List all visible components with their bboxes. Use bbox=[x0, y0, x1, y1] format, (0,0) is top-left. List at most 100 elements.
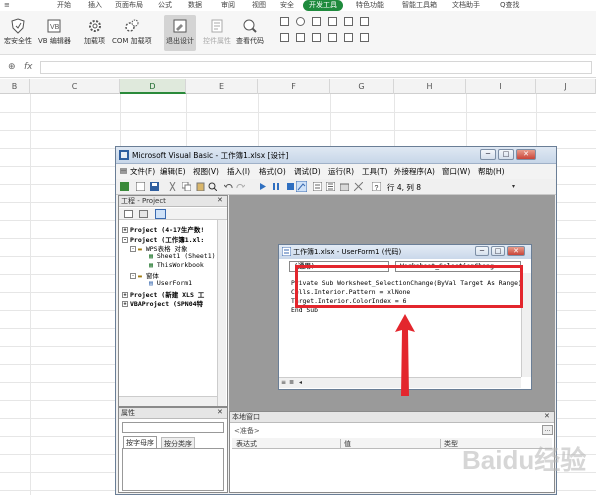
project-vscroll[interactable] bbox=[217, 220, 226, 406]
properties-close-icon[interactable]: ✕ bbox=[217, 408, 223, 416]
collapse-icon[interactable]: - bbox=[130, 246, 136, 252]
exit-design-button[interactable]: 退出设计 bbox=[164, 15, 196, 51]
vbe-maximize-button[interactable]: □ bbox=[498, 149, 514, 160]
formula-input[interactable] bbox=[40, 61, 592, 74]
column-header-e[interactable]: E bbox=[186, 79, 258, 94]
expand-icon[interactable]: + bbox=[122, 301, 128, 307]
view-code-button[interactable]: 查看代码 bbox=[236, 18, 264, 46]
column-header-j[interactable]: J bbox=[536, 79, 596, 94]
properties-window-icon[interactable] bbox=[326, 182, 335, 191]
insert-module-icon[interactable] bbox=[136, 182, 145, 191]
tab-smart-toolbox[interactable]: 智能工具箱 bbox=[402, 0, 437, 11]
tree-item-sheet1[interactable]: ▦ Sheet1 (Sheet1) bbox=[149, 252, 216, 260]
locals-close-icon[interactable]: ✕ bbox=[544, 412, 550, 420]
tree-item-project1[interactable]: + Project (4-17生产数! bbox=[122, 224, 204, 234]
design-mode-icon[interactable] bbox=[296, 181, 307, 192]
code-maximize-button[interactable]: □ bbox=[491, 246, 505, 256]
scroll-left-icon[interactable]: ◂ bbox=[299, 379, 302, 386]
redo-icon[interactable] bbox=[236, 182, 245, 191]
tab-data[interactable]: 数据 bbox=[188, 0, 202, 11]
project-close-icon[interactable]: ✕ bbox=[217, 196, 223, 204]
scrollbar-control-icon[interactable] bbox=[328, 33, 337, 42]
view-workbook-icon[interactable] bbox=[120, 182, 129, 191]
macro-security-button[interactable]: 宏安全性 bbox=[4, 18, 32, 46]
cut-icon[interactable] bbox=[168, 182, 177, 191]
column-header-g[interactable]: G bbox=[330, 79, 394, 94]
menu-format[interactable]: 格式(O) bbox=[259, 166, 286, 177]
vb-editor-button[interactable]: VB VB 编辑器 bbox=[38, 18, 71, 46]
tab-security[interactable]: 安全 bbox=[280, 0, 294, 11]
find-icon[interactable] bbox=[208, 182, 217, 191]
tab-special[interactable]: 特色功能 bbox=[356, 0, 384, 11]
view-object-icon[interactable] bbox=[139, 210, 148, 218]
spin-control-icon[interactable] bbox=[312, 33, 321, 42]
view-code-icon[interactable] bbox=[124, 210, 133, 218]
project-explorer-icon[interactable] bbox=[313, 182, 322, 191]
column-header-h[interactable]: H bbox=[394, 79, 466, 94]
toolbox-icon[interactable] bbox=[354, 182, 363, 191]
menu-view[interactable]: 视图(V) bbox=[193, 166, 219, 177]
tab-view[interactable]: 视图 bbox=[252, 0, 266, 11]
tab-developer[interactable]: 开发工具 bbox=[303, 0, 343, 11]
menu-insert[interactable]: 插入(I) bbox=[227, 166, 250, 177]
undo-icon[interactable] bbox=[224, 182, 233, 191]
combobox-control-icon[interactable] bbox=[360, 17, 369, 26]
tree-item-userform1[interactable]: ▤ UserForm1 bbox=[149, 279, 192, 287]
paste-icon[interactable] bbox=[196, 182, 205, 191]
menu-addins[interactable]: 外接程序(A) bbox=[394, 166, 435, 177]
column-header-i[interactable]: I bbox=[466, 79, 536, 94]
control-properties-button[interactable]: 控件属性 bbox=[203, 18, 231, 46]
code-minimize-button[interactable]: ─ bbox=[475, 246, 489, 256]
break-icon[interactable] bbox=[272, 182, 281, 191]
menu-file[interactable]: 文件(F) bbox=[130, 166, 155, 177]
object-browser-icon[interactable] bbox=[340, 182, 349, 191]
fx-icon[interactable]: fx bbox=[24, 62, 33, 72]
zoom-icon[interactable]: ⊕ bbox=[8, 62, 16, 72]
column-header-c[interactable]: C bbox=[30, 79, 120, 94]
object-select[interactable] bbox=[122, 422, 224, 433]
command-button-control-icon[interactable] bbox=[296, 33, 305, 42]
tab-home[interactable]: 开始 bbox=[57, 0, 71, 11]
listbox-control-icon[interactable] bbox=[280, 33, 289, 42]
tab-doc-assistant[interactable]: 文档助手 bbox=[452, 0, 480, 11]
menu-debug[interactable]: 调试(D) bbox=[294, 166, 321, 177]
properties-list[interactable] bbox=[122, 448, 224, 491]
column-header-d[interactable]: D bbox=[120, 79, 186, 94]
tree-item-thisworkbook[interactable]: ▦ ThisWorkbook bbox=[149, 261, 204, 269]
help-icon[interactable]: ? bbox=[372, 182, 381, 191]
vbe-minimize-button[interactable]: ─ bbox=[480, 149, 496, 160]
column-header-b[interactable]: B bbox=[0, 79, 30, 94]
collapse-icon[interactable]: - bbox=[130, 273, 136, 279]
menu-tools[interactable]: 工具(T) bbox=[362, 166, 387, 177]
radio-control-icon[interactable] bbox=[296, 17, 305, 26]
more-controls-icon[interactable] bbox=[360, 33, 369, 42]
checkbox-control-icon[interactable] bbox=[280, 17, 289, 26]
label-control-icon[interactable] bbox=[312, 17, 321, 26]
app-menu-icon[interactable]: ≡ bbox=[4, 0, 10, 11]
vbe-close-button[interactable]: ✕ bbox=[516, 149, 536, 160]
collapse-icon[interactable]: - bbox=[122, 237, 128, 243]
add-ins-button[interactable]: 加载项 bbox=[84, 18, 105, 46]
search-tab[interactable]: Q查找 bbox=[500, 0, 520, 11]
code-close-button[interactable]: ✕ bbox=[507, 246, 525, 256]
menu-run[interactable]: 运行(R) bbox=[328, 166, 354, 177]
toggle-folders-icon[interactable] bbox=[155, 209, 166, 219]
procedure-view-icon[interactable]: ≡ bbox=[281, 379, 286, 386]
image-control-icon[interactable] bbox=[344, 17, 353, 26]
com-add-ins-button[interactable]: COM 加载项 bbox=[112, 18, 152, 46]
tab-review[interactable]: 审阅 bbox=[221, 0, 235, 11]
copy-icon[interactable] bbox=[182, 182, 191, 191]
menu-window[interactable]: 窗口(W) bbox=[442, 166, 470, 177]
vbe-menu-icon[interactable]: ▤ bbox=[120, 166, 127, 175]
menu-help[interactable]: 帮助(H) bbox=[478, 166, 505, 177]
vbe-title-bar[interactable]: Microsoft Visual Basic - 工作簿1.xlsx [设计] … bbox=[116, 147, 556, 164]
tree-item-vbaproject[interactable]: + VBAProject (SPN04特 bbox=[122, 298, 203, 308]
run-icon[interactable] bbox=[258, 182, 267, 191]
full-module-view-icon[interactable]: ≣ bbox=[289, 379, 294, 386]
tab-insert[interactable]: 插入 bbox=[88, 0, 102, 11]
code-window-title-bar[interactable]: 工作簿1.xlsx - UserForm1 (代码) ─ □ ✕ bbox=[279, 245, 531, 259]
textbox-control-icon[interactable] bbox=[328, 17, 337, 26]
column-header-f[interactable]: F bbox=[258, 79, 330, 94]
tab-page-layout[interactable]: 页面布局 bbox=[115, 0, 143, 11]
reset-icon[interactable] bbox=[286, 182, 295, 191]
